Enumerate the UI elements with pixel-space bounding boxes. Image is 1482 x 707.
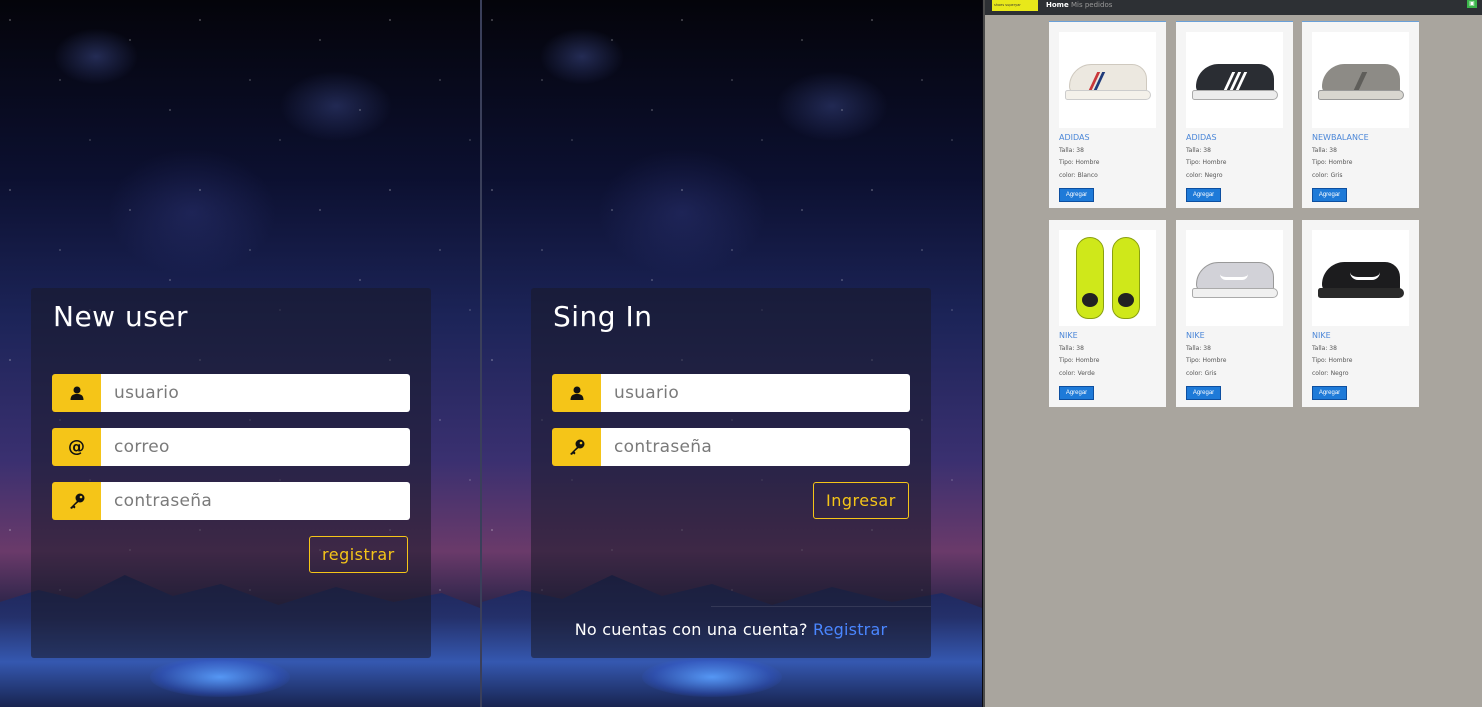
product-brand[interactable]: ADIDAS [1059,133,1090,142]
product-color: color: Verde [1059,370,1095,377]
register-username-input[interactable] [101,374,410,412]
product-card: ADIDAS Talla: 38 Tipo: Hombre color: Bla… [1049,21,1166,208]
shop-panel: shoes superyar Home Mis pedidos ▣ ADIDAS… [983,0,1482,707]
login-password-field [552,428,910,466]
login-username-field [552,374,910,412]
white-sneaker-image [1063,50,1153,110]
product-size: Talla: 38 [1312,147,1337,154]
card-separator [711,606,931,607]
login-title: Sing In [553,300,653,333]
user-icon [552,374,601,412]
add-to-cart-button[interactable]: Agregar [1186,188,1221,202]
product-type: Tipo: Hombre [1059,357,1100,364]
product-size: Talla: 38 [1059,147,1084,154]
register-panel: New user @ registrar [0,0,480,707]
nav-orders-link[interactable]: Mis pedidos [1071,1,1112,9]
product-color: color: Blanco [1059,172,1098,179]
register-password-field [52,482,410,520]
register-password-input[interactable] [101,482,410,520]
at-sign-icon: @ [52,428,101,466]
add-to-cart-button[interactable]: Agregar [1312,188,1347,202]
product-card: NIKE Talla: 38 Tipo: Hombre color: Negro… [1302,220,1419,407]
product-type: Tipo: Hombre [1186,159,1227,166]
product-brand[interactable]: NEWBALANCE [1312,133,1369,142]
key-icon [552,428,601,466]
key-icon [52,482,101,520]
register-title: New user [53,300,189,333]
register-card: New user @ registrar [31,288,431,658]
product-image [1059,230,1156,326]
product-card: NIKE Talla: 38 Tipo: Hombre color: Verde… [1049,220,1166,407]
product-image [1312,32,1409,128]
product-type: Tipo: Hombre [1312,357,1353,364]
top-navbar: shoes superyar Home Mis pedidos ▣ [985,0,1482,15]
register-prompt: No cuentas con una cuenta? Registrar [531,620,931,639]
product-size: Talla: 38 [1059,345,1084,352]
product-card: ADIDAS Talla: 38 Tipo: Hombre color: Neg… [1176,21,1293,208]
product-brand[interactable]: NIKE [1186,331,1205,340]
nav-home-link[interactable]: Home [1046,1,1069,9]
product-brand[interactable]: ADIDAS [1186,133,1217,142]
product-size: Talla: 38 [1186,345,1211,352]
register-prompt-text: No cuentas con una cuenta? [574,620,808,639]
login-panel: Sing In Ingresar No cuentas con una cuen… [482,0,982,707]
product-size: Talla: 38 [1312,345,1337,352]
product-brand[interactable]: NIKE [1312,331,1331,340]
black-sneaker-image [1190,50,1280,110]
product-image [1186,230,1283,326]
product-type: Tipo: Hombre [1312,159,1353,166]
lake-glow [642,657,782,697]
product-image [1312,230,1409,326]
product-size: Talla: 38 [1186,147,1211,154]
login-password-input[interactable] [601,428,910,466]
user-icon [52,374,101,412]
black-nike-sneaker-image [1316,248,1406,308]
register-email-field: @ [52,428,410,466]
register-email-input[interactable] [101,428,410,466]
login-card: Sing In Ingresar No cuentas con una cuen… [531,288,931,658]
product-image [1186,32,1283,128]
product-color: color: Gris [1186,370,1217,377]
product-type: Tipo: Hombre [1186,357,1227,364]
product-color: color: Negro [1312,370,1349,377]
add-to-cart-button[interactable]: Agregar [1186,386,1221,400]
register-username-field [52,374,410,412]
green-soccer-shoes-image [1068,233,1148,323]
gray-sneaker-image [1316,50,1406,110]
product-color: color: Negro [1186,172,1223,179]
login-submit-button[interactable]: Ingresar [813,482,909,519]
product-color: color: Gris [1312,172,1343,179]
product-image [1059,32,1156,128]
lake-glow [150,657,290,697]
product-type: Tipo: Hombre [1059,159,1100,166]
login-username-input[interactable] [601,374,910,412]
register-submit-button[interactable]: registrar [309,536,408,573]
add-to-cart-button[interactable]: Agregar [1059,188,1094,202]
add-to-cart-button[interactable]: Agregar [1312,386,1347,400]
add-to-cart-button[interactable]: Agregar [1059,386,1094,400]
gray-nike-sneaker-image [1190,248,1280,308]
product-card: NEWBALANCE Talla: 38 Tipo: Hombre color:… [1302,21,1419,208]
brand-logo[interactable]: shoes superyar [992,0,1038,11]
product-brand[interactable]: NIKE [1059,331,1078,340]
product-card: NIKE Talla: 38 Tipo: Hombre color: Gris … [1176,220,1293,407]
register-link[interactable]: Registrar [813,620,887,639]
shopping-cart-icon[interactable]: ▣ [1467,0,1477,8]
